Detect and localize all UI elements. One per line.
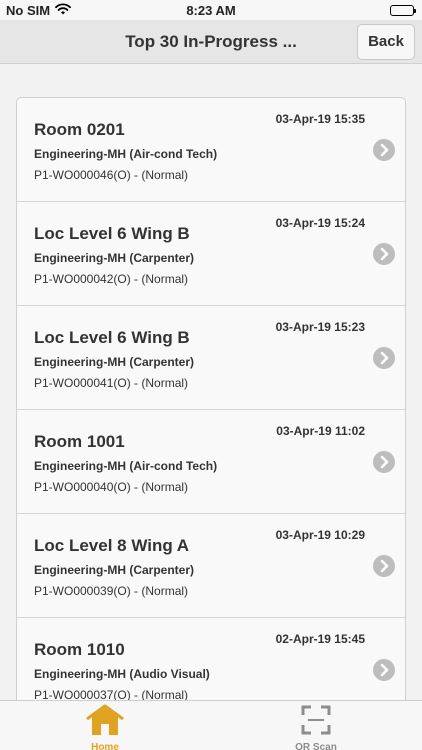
status-bar: No SIM 8:23 AM <box>0 0 422 20</box>
item-department: Engineering-MH (Air-cond Tech) <box>34 147 218 161</box>
item-location: Room 1001 <box>34 432 125 451</box>
item-date: 03-Apr-19 15:23 <box>275 320 365 334</box>
list-item[interactable]: Room 0201 03-Apr-19 15:35 Engineering-MH (… <box>17 98 405 202</box>
item-location: Loc Level 6 Wing B <box>34 328 190 347</box>
item-department: Engineering-MH (Audio Visual) <box>34 667 210 681</box>
item-location: Room 1010 <box>34 640 125 659</box>
tab-bar: Home QR Scan <box>0 700 422 750</box>
item-work-order-number: P1-WO000042(O) - (Normal) <box>34 272 189 286</box>
list-item[interactable]: Room 1010 02-Apr-19 15:45 Engineering-MH (… <box>17 618 405 700</box>
list-item[interactable]: Loc Level 8 Wing A 03-Apr-19 10:29 Enginee… <box>17 514 405 618</box>
chevron-right-icon[interactable] <box>373 243 395 265</box>
tab-home[interactable]: Home <box>45 701 165 750</box>
chevron-right-icon[interactable] <box>373 139 395 161</box>
item-work-order-number: P1-WO000041(O) - (Normal) <box>34 376 189 390</box>
nav-bar: Top 30 In-Progress ... Back <box>0 20 422 64</box>
battery-icon <box>390 5 416 16</box>
item-department: Engineering-MH (Air-cond Tech) <box>34 459 218 473</box>
item-work-order-number: P1-WO000040(O) - (Normal) <box>34 480 189 494</box>
item-department: Engineering-MH (Carpenter) <box>34 355 195 369</box>
list-item[interactable]: Room 1001 03-Apr-19 11:02 Engineering-MH (… <box>17 410 405 514</box>
home-icon <box>45 704 165 741</box>
item-date: 03-Apr-19 10:29 <box>275 528 365 542</box>
item-department: Engineering-MH (Carpenter) <box>34 563 195 577</box>
item-location: Loc Level 8 Wing A <box>34 536 190 555</box>
list-item[interactable]: Loc Level 6 Wing B 03-Apr-19 15:23 Enginee… <box>17 306 405 410</box>
content-area[interactable]: Room 0201 03-Apr-19 15:35 Engineering-MH (… <box>0 64 422 700</box>
item-work-order-number: P1-WO000037(O) - (Normal) <box>34 688 189 700</box>
list-item[interactable]: Loc Level 6 Wing B 03-Apr-19 15:24 Enginee… <box>17 202 405 306</box>
item-work-order-number: P1-WO000039(O) - (Normal) <box>34 584 189 598</box>
back-button[interactable]: Back <box>357 24 415 60</box>
item-location: Loc Level 6 Wing B <box>34 224 190 243</box>
item-department: Engineering-MH (Carpenter) <box>34 251 195 265</box>
tab-qr-scan-label: QR Scan <box>295 742 337 750</box>
item-date: 03-Apr-19 15:24 <box>275 216 365 230</box>
item-work-order-number: P1-WO000046(O) - (Normal) <box>34 168 189 182</box>
clock: 8:23 AM <box>186 3 236 18</box>
chevron-right-icon[interactable] <box>373 555 395 577</box>
item-date: 03-Apr-19 15:35 <box>275 112 365 126</box>
work-order-list: Room 0201 03-Apr-19 15:35 Engineering-MH (… <box>16 97 406 700</box>
chevron-right-icon[interactable] <box>373 451 395 473</box>
tab-qr-scan[interactable]: QR Scan <box>256 701 376 750</box>
item-date: 02-Apr-19 15:45 <box>275 632 365 646</box>
qr-scan-icon <box>256 704 376 741</box>
item-date: 03-Apr-19 11:02 <box>276 424 365 438</box>
chevron-right-icon[interactable] <box>373 347 395 369</box>
item-location: Room 0201 <box>34 120 125 139</box>
tab-home-label: Home <box>91 742 119 750</box>
chevron-right-icon[interactable] <box>373 659 395 681</box>
